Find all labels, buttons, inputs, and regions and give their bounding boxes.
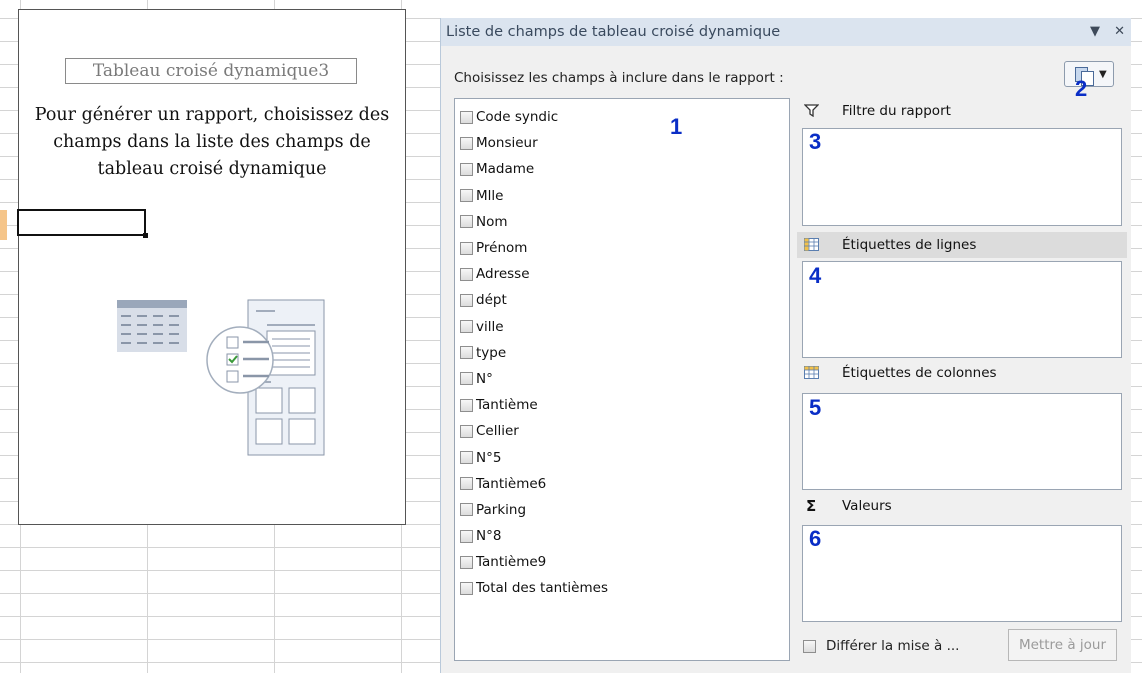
field-label: Mlle: [476, 187, 504, 204]
annotation-1: 1: [670, 114, 683, 139]
field-checkbox[interactable]: [460, 136, 473, 150]
area-label-rows: Étiquettes de lignes: [842, 237, 977, 253]
rows-drop-area[interactable]: [802, 261, 1122, 358]
update-button[interactable]: Mettre à jour: [1008, 629, 1117, 661]
field-item[interactable]: Tantième6: [455, 471, 789, 497]
field-label: Total des tantièmes: [476, 580, 608, 597]
column-labels-icon: [804, 366, 819, 379]
sigma-icon: Σ: [806, 497, 817, 515]
field-checkbox[interactable]: [460, 529, 473, 543]
field-checkbox[interactable]: [460, 555, 473, 569]
field-item[interactable]: Tantième9: [455, 549, 789, 575]
field-checkbox[interactable]: [460, 346, 473, 360]
field-label: Parking: [476, 501, 527, 518]
annotation-4: 4: [809, 263, 822, 288]
field-list-layout-button[interactable]: ▼: [1064, 61, 1114, 87]
pane-instruction: Choisissez les champs à inclure dans le …: [454, 70, 784, 86]
defer-update-label: Différer la mise à ...: [826, 638, 960, 654]
field-checkbox[interactable]: [460, 267, 473, 281]
field-label: Madame: [476, 161, 535, 178]
area-header-filter: Filtre du rapport: [797, 98, 1127, 124]
field-item[interactable]: dépt: [455, 287, 789, 313]
field-item[interactable]: Madame: [455, 156, 789, 182]
field-checkbox[interactable]: [460, 477, 473, 491]
row-labels-icon: [804, 238, 819, 251]
field-item[interactable]: Code syndic: [455, 104, 789, 130]
field-checkbox[interactable]: [460, 581, 473, 595]
area-header-columns: Étiquettes de colonnes: [797, 360, 1127, 386]
field-label: N°8: [476, 528, 502, 545]
field-label: Nom: [476, 213, 508, 230]
pivot-table-name: Tableau croisé dynamique3: [65, 58, 357, 84]
spreadsheet-grid-right: [1130, 0, 1142, 673]
field-checkbox[interactable]: [460, 451, 473, 465]
field-checkbox[interactable]: [460, 372, 473, 386]
field-label: Adresse: [476, 266, 530, 283]
field-checkbox[interactable]: [460, 320, 473, 334]
field-label: Code syndic: [476, 109, 559, 126]
field-item[interactable]: Mlle: [455, 183, 789, 209]
field-label: Prénom: [476, 240, 528, 257]
defer-update-option[interactable]: Différer la mise à ...: [803, 638, 959, 654]
chevron-down-icon: ▼: [1099, 69, 1107, 80]
funnel-icon: [804, 104, 819, 117]
active-cell[interactable]: [17, 209, 148, 238]
field-item[interactable]: Tantième: [455, 392, 789, 418]
field-item[interactable]: Prénom: [455, 235, 789, 261]
close-icon[interactable]: ✕: [1114, 24, 1125, 39]
field-label: Tantième6: [476, 475, 547, 492]
columns-drop-area[interactable]: [802, 393, 1122, 490]
field-list[interactable]: Code syndic Monsieur Madame Mlle Nom Prénom Ad…: [454, 98, 790, 661]
field-checkbox[interactable]: [460, 398, 473, 412]
field-checkbox[interactable]: [460, 215, 473, 229]
field-item[interactable]: ville: [455, 314, 789, 340]
annotation-6: 6: [809, 526, 822, 551]
values-drop-area[interactable]: [802, 525, 1122, 622]
pivot-table-instructions: Pour générer un rapport, choisissez des …: [34, 105, 390, 179]
pivot-illustration-icon: [117, 299, 325, 456]
field-item[interactable]: Total des tantièmes: [455, 575, 789, 601]
field-label: type: [476, 344, 507, 361]
field-label: ville: [476, 318, 504, 335]
field-checkbox[interactable]: [460, 162, 473, 176]
annotation-3: 3: [809, 129, 822, 154]
field-item[interactable]: Monsieur: [455, 130, 789, 156]
area-header-values: Σ Valeurs: [797, 493, 1127, 519]
area-label-filter: Filtre du rapport: [842, 103, 951, 119]
field-item[interactable]: type: [455, 340, 789, 366]
field-item[interactable]: N°: [455, 366, 789, 392]
pivot-table-placeholder[interactable]: Tableau croisé dynamique3 Pour générer u…: [17, 9, 406, 525]
filter-drop-area[interactable]: [802, 128, 1122, 226]
area-header-rows: Étiquettes de lignes: [797, 232, 1127, 258]
field-checkbox[interactable]: [460, 189, 473, 203]
area-label-columns: Étiquettes de colonnes: [842, 365, 997, 381]
field-checkbox[interactable]: [460, 241, 473, 255]
field-item[interactable]: Adresse: [455, 261, 789, 287]
pane-title-bar[interactable]: Liste de champs de tableau croisé dynami…: [441, 18, 1131, 46]
field-label: N°: [476, 370, 493, 387]
field-label: Tantième9: [476, 554, 547, 571]
field-item[interactable]: Nom: [455, 209, 789, 235]
annotation-5: 5: [809, 395, 822, 420]
field-label: Tantième: [476, 397, 538, 414]
pivot-field-list-pane: Liste de champs de tableau croisé dynami…: [440, 18, 1131, 673]
field-checkbox[interactable]: [460, 293, 473, 307]
field-checkbox[interactable]: [460, 424, 473, 438]
field-item[interactable]: Parking: [455, 497, 789, 523]
defer-update-checkbox[interactable]: [803, 639, 816, 653]
field-label: Cellier: [476, 423, 519, 440]
area-label-values: Valeurs: [842, 498, 892, 514]
pane-title: Liste de champs de tableau croisé dynami…: [446, 24, 781, 40]
field-checkbox[interactable]: [460, 110, 473, 124]
field-label: Monsieur: [476, 135, 538, 152]
field-label: dépt: [476, 292, 507, 309]
field-checkbox[interactable]: [460, 503, 473, 517]
pane-options-dropdown-icon[interactable]: ▼: [1090, 24, 1100, 39]
selected-row-header: [0, 210, 7, 240]
field-item[interactable]: N°8: [455, 523, 789, 549]
field-label: N°5: [476, 449, 502, 466]
field-item[interactable]: Cellier: [455, 418, 789, 444]
field-item[interactable]: N°5: [455, 444, 789, 470]
